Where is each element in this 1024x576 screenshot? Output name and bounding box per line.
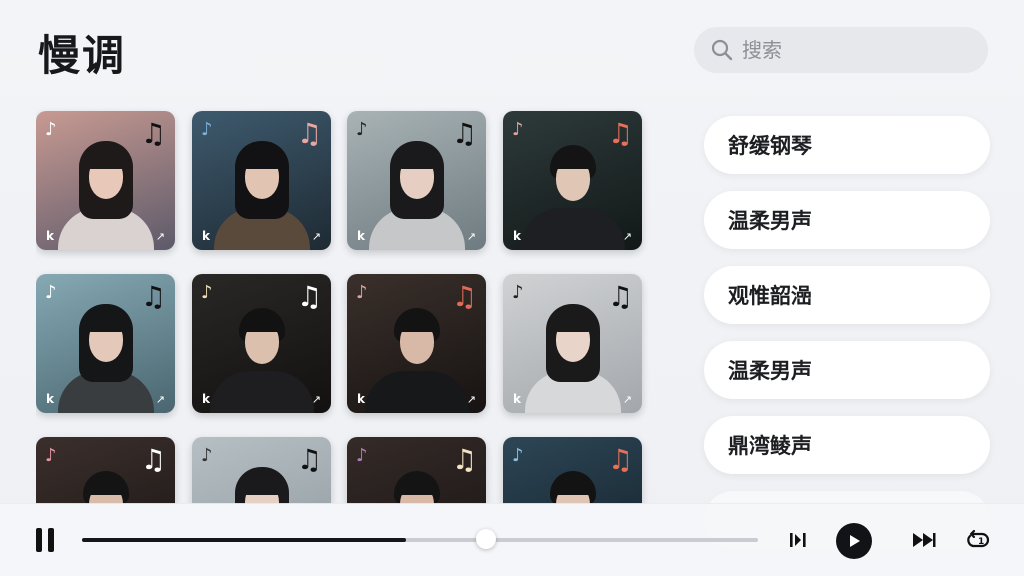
logo-icon: k <box>202 229 210 243</box>
music-note-icon: ♪ <box>356 282 368 303</box>
logo-icon: k <box>202 392 210 406</box>
search-bar[interactable] <box>694 27 988 73</box>
cover-person-bangs <box>397 316 436 332</box>
music-notes-icon: ♫ <box>451 117 477 150</box>
tag-chip[interactable]: 鼎湾鲮声 <box>704 416 990 474</box>
logo-icon: k <box>46 229 54 243</box>
music-notes-icon: ♫ <box>296 117 322 150</box>
playlist-card[interactable]: ♪♫k↗ <box>503 437 642 504</box>
music-notes-icon: ♫ <box>451 280 477 313</box>
cover-person-bangs <box>397 153 436 169</box>
playlist-card[interactable]: ♪ ♫ k ↗ <box>503 111 642 250</box>
playlist-card[interactable]: ♪♫k↗ <box>192 437 331 504</box>
music-notes-icon: ♫ <box>140 443 166 476</box>
logo-icon: k <box>357 392 365 406</box>
cover-person-body <box>364 371 469 413</box>
logo-icon: k <box>513 392 521 406</box>
music-note-icon: ♪ <box>512 119 524 140</box>
cover-person-bangs <box>86 153 125 169</box>
share-icon: ↗ <box>311 230 321 243</box>
repeat-one-icon[interactable]: 1 <box>960 522 996 558</box>
music-note-icon: ♪ <box>45 119 57 140</box>
cover-person-bangs <box>86 316 125 332</box>
playlist-card[interactable]: ♪ ♫ k ↗ <box>36 274 175 413</box>
page-title: 慢调 <box>38 31 127 80</box>
music-notes-icon: ♫ <box>607 280 633 313</box>
music-note-icon: ♪ <box>512 282 524 303</box>
cover-person-bangs <box>86 479 125 495</box>
playlist-card[interactable]: ♪♫k↗ <box>36 437 175 504</box>
playlist-card[interactable]: ♪ ♫ k ↗ <box>192 111 331 250</box>
music-note-icon: ♪ <box>201 282 213 303</box>
logo-icon: k <box>357 229 365 243</box>
playlist-card[interactable]: ♪ ♫ k ↗ <box>36 111 175 250</box>
playlist-card[interactable]: ♪ ♫ k ↗ <box>192 274 331 413</box>
music-note-icon: ♪ <box>356 119 368 140</box>
logo-icon: k <box>513 229 521 243</box>
tag-chip[interactable]: 温柔男声 <box>704 341 990 399</box>
fast-forward-icon-glyph <box>913 533 936 547</box>
music-notes-icon: ♫ <box>296 280 322 313</box>
share-icon: ↗ <box>155 230 165 243</box>
tag-chip[interactable]: 温柔男声 <box>704 191 990 249</box>
search-icon <box>711 39 733 61</box>
playlist-grid: ♪♫k↗♪♫k↗♪♫k↗♪♫k↗♪♫k↗♪♫k↗♪♫k↗♪♫k↗♪♫k↗♪♫k↗… <box>36 96 650 504</box>
repeat-one-icon-glyph: 1 <box>967 529 990 548</box>
cover-person-bangs <box>242 479 281 495</box>
logo-icon: k <box>46 392 54 406</box>
cover-person-body <box>520 208 625 250</box>
music-notes-icon: ♫ <box>451 443 477 476</box>
tag-chip[interactable]: 舒缓钢琴 <box>704 116 990 174</box>
playlist-card[interactable]: ♪ ♫ k ↗ <box>347 274 486 413</box>
cover-person-bangs <box>553 316 592 332</box>
share-icon: ↗ <box>466 393 476 406</box>
music-note-icon: ♪ <box>201 445 213 466</box>
cover-person-bangs <box>242 316 281 332</box>
music-notes-icon: ♫ <box>607 117 633 150</box>
music-note-icon: ♪ <box>356 445 368 466</box>
music-note-icon: ♪ <box>201 119 213 140</box>
playlist-card[interactable]: ♪ ♫ k ↗ <box>503 274 642 413</box>
playlist-card[interactable]: ♪ ♫ k ↗ <box>347 111 486 250</box>
play-icon-glyph <box>850 535 860 547</box>
progress-fill <box>82 538 407 542</box>
music-notes-icon: ♫ <box>140 117 166 150</box>
progress-thumb[interactable] <box>476 529 497 549</box>
music-notes-icon: ♫ <box>296 443 322 476</box>
skip-to-end-icon[interactable] <box>780 522 816 558</box>
pause-icon[interactable] <box>36 528 56 552</box>
cover-person-bangs <box>242 153 281 169</box>
playlist-card[interactable]: ♪♫k↗ <box>347 437 486 504</box>
cover-person-bangs <box>553 479 592 495</box>
svg-text:1: 1 <box>978 537 984 547</box>
player-bar: 1 <box>0 503 1024 576</box>
fast-forward-icon[interactable] <box>906 522 942 558</box>
share-icon: ↗ <box>622 393 632 406</box>
tag-chip[interactable]: 观惟韶澏 <box>704 266 990 324</box>
progress-track[interactable] <box>82 529 758 549</box>
cover-person-bangs <box>397 479 436 495</box>
music-note-icon: ♪ <box>512 445 524 466</box>
share-icon: ↗ <box>311 393 321 406</box>
share-icon: ↗ <box>466 230 476 243</box>
cover-person-body <box>209 371 314 413</box>
search-input[interactable] <box>742 38 962 62</box>
play-icon[interactable] <box>836 523 872 559</box>
music-note-icon: ♪ <box>45 282 57 303</box>
skip-to-end-icon-glyph <box>790 533 806 547</box>
cover-person-bangs <box>553 153 592 169</box>
music-notes-icon: ♫ <box>140 280 166 313</box>
share-icon: ↗ <box>155 393 165 406</box>
share-icon: ↗ <box>622 230 632 243</box>
music-notes-icon: ♫ <box>607 443 633 476</box>
music-note-icon: ♪ <box>45 445 57 466</box>
